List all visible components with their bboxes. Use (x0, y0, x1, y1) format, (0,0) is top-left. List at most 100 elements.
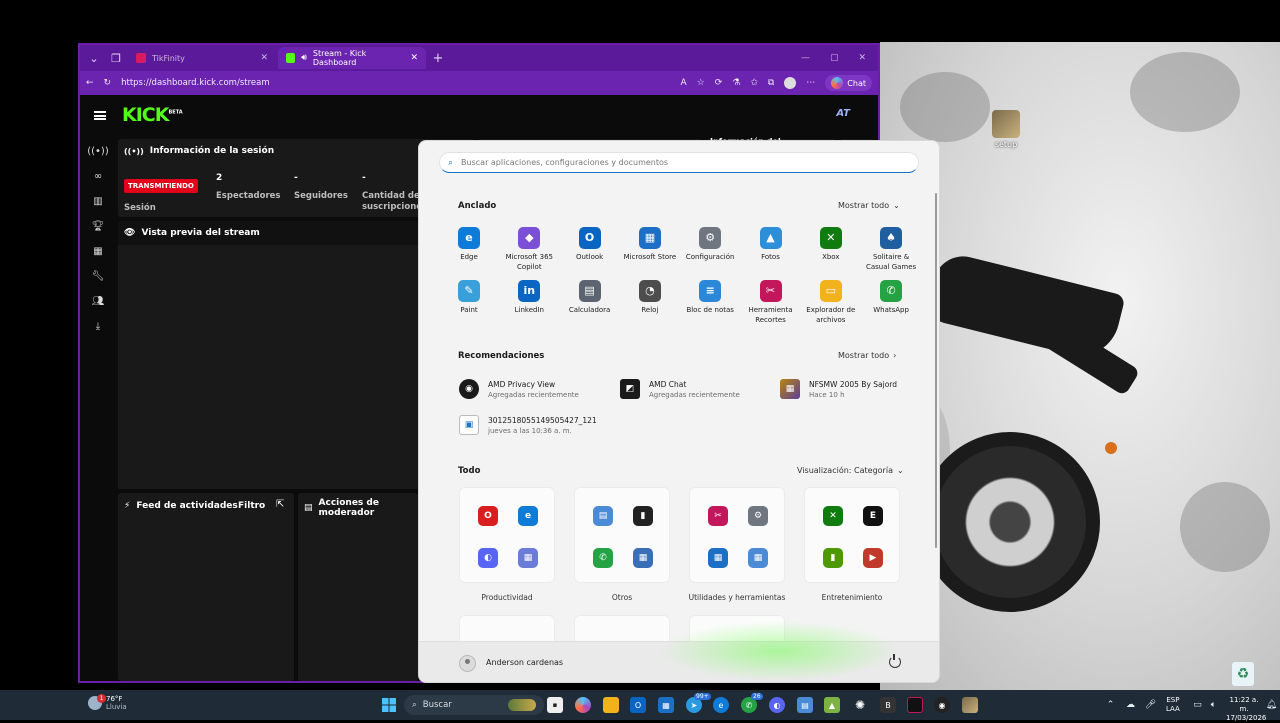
pinned-app[interactable]: ◆ Microsoft 365 Copilot (499, 227, 559, 272)
download-icon[interactable]: ⤓ (80, 314, 116, 339)
link-icon[interactable]: ∞ (80, 164, 116, 189)
profile-avatar[interactable] (784, 77, 797, 89)
pinned-show-all-button[interactable]: Mostrar todo ⌄ (838, 201, 900, 210)
category-app-icon[interactable]: ▦ (748, 548, 768, 568)
new-tab-button[interactable]: + (428, 48, 448, 68)
menu-icon[interactable] (94, 110, 106, 120)
start-search-input[interactable]: ⌕ Buscar aplicaciones, configuraciones y… (439, 152, 919, 173)
category-folder[interactable]: ✂ ⚙ ▦ ▦ (689, 487, 785, 583)
category-app-icon[interactable]: ▦ (708, 548, 728, 568)
app-icon[interactable]: ▲ (824, 697, 840, 713)
sync-icon[interactable]: ⟳ (715, 78, 723, 88)
recommendation-item[interactable]: ▦ NFSMW 2005 By Sajord Hace 10 h (780, 379, 897, 399)
outlook-icon[interactable]: O (630, 697, 646, 713)
tab-kick-dashboard[interactable]: 🔊︎ Stream - Kick Dashboard ✕ (278, 47, 426, 69)
workspaces-icon[interactable]: ❐ (106, 48, 126, 68)
wrench-icon[interactable]: 🔧︎ (80, 264, 116, 289)
category-app-icon[interactable]: ✕ (823, 506, 843, 526)
stream-preview-area[interactable] (118, 245, 418, 489)
kick-logo[interactable]: KICKBETA (122, 104, 183, 126)
category-app-icon[interactable]: ✆ (593, 548, 613, 568)
category-app-icon[interactable]: E (863, 506, 883, 526)
pinned-app[interactable]: ▭ Explorador de archivos (801, 280, 861, 325)
volume-icon[interactable]: 🔈︎ (1208, 699, 1219, 710)
chatgpt-icon[interactable]: ✺ (852, 697, 868, 713)
pinned-app[interactable]: ✆ WhatsApp (861, 280, 921, 316)
view-mode-button[interactable]: Visualización: Categoría ⌄ (797, 466, 904, 475)
user-name[interactable]: Anderson cardenas (486, 658, 563, 667)
category-app-icon[interactable]: ▦ (633, 548, 653, 568)
pinned-app[interactable]: ≡ Bloc de notas (680, 280, 740, 316)
mic-icon[interactable]: 🎤︎ (1145, 699, 1156, 710)
category-app-icon[interactable]: ▮ (633, 506, 653, 526)
category-folder[interactable]: Oe ◐ ▦ (459, 487, 555, 583)
pinned-app[interactable]: ✂ Herramienta Recortes (741, 280, 801, 325)
cloud-icon[interactable]: ☁ (1125, 699, 1136, 710)
taskbar-search[interactable]: ⌕ Buscar (404, 695, 544, 715)
windows-start-icon[interactable] (381, 697, 397, 713)
app-icon[interactable]: ◉ (934, 697, 950, 713)
back-icon[interactable]: ← (86, 78, 94, 88)
refresh-icon[interactable]: ↻ (104, 78, 112, 88)
pinned-app[interactable]: O Outlook (560, 227, 620, 263)
category-app-icon[interactable]: O (478, 506, 498, 526)
favorite-star-icon[interactable]: ☆ (697, 78, 705, 88)
recommendation-item[interactable]: ◩ AMD Chat Agregadas recientemente (620, 379, 740, 399)
broadcast-icon[interactable]: ((•)) (80, 139, 116, 164)
favorites-icon[interactable]: ✩ (750, 78, 758, 88)
filter-button[interactable]: Filtro (238, 501, 265, 511)
users-icon[interactable]: 👥︎ (80, 289, 116, 314)
language-indicator[interactable]: ESP LAA (1166, 696, 1180, 714)
discord-icon[interactable]: ◐ (769, 697, 785, 713)
category-app-icon[interactable]: ▮ (823, 548, 843, 568)
pinned-app[interactable]: ▤ Calculadora (560, 280, 620, 316)
category-folder[interactable]: ✕ E ▮ ▶ (804, 487, 900, 583)
copilot-icon[interactable] (575, 697, 591, 713)
more-icon[interactable]: ⋯ (806, 78, 815, 88)
recommendations-show-all-button[interactable]: Mostrar todo › (838, 351, 896, 360)
extensions-icon[interactable]: ⚗ (732, 78, 740, 88)
setup-icon[interactable] (962, 697, 978, 713)
copilot-chat-button[interactable]: Chat (825, 75, 872, 91)
user-avatar[interactable]: AT (836, 108, 850, 119)
category-app-icon[interactable]: ⚙ (748, 506, 768, 526)
edge-icon[interactable]: e (713, 697, 729, 713)
close-tab-icon[interactable]: ✕ (410, 53, 418, 63)
read-aloud-icon[interactable]: A (680, 78, 686, 88)
collections-icon[interactable]: ⧉ (768, 78, 774, 88)
maximize-icon[interactable]: ▢ (830, 53, 839, 63)
app-icon[interactable] (907, 697, 923, 713)
speaker-icon[interactable]: 🔊︎ (301, 53, 307, 63)
app-icon[interactable]: ▤ (797, 697, 813, 713)
recommendation-item[interactable]: ▣ 3012518055149505427_121 jueves a las 10… (459, 415, 597, 435)
category-app-icon[interactable]: e (518, 506, 538, 526)
recycle-bin-icon[interactable]: ♻ (1232, 662, 1254, 686)
popout-icon[interactable]: ⇱ (276, 499, 284, 510)
tab-tikfinity[interactable]: TikFinity ✕ (128, 47, 276, 69)
notification-icon[interactable]: 🔔︎ (1266, 699, 1277, 710)
start-scrollbar[interactable] (935, 193, 937, 548)
file-explorer-icon[interactable] (603, 697, 619, 713)
pinned-app[interactable]: ✕ Xbox (801, 227, 861, 263)
recommendation-item[interactable]: ◉ AMD Privacy View Agregadas recientement… (459, 379, 579, 399)
pinned-app[interactable]: e Edge (439, 227, 499, 263)
trophy-icon[interactable]: 🏆︎ (80, 214, 116, 239)
display-icon[interactable]: ▭ (1192, 699, 1203, 710)
close-window-icon[interactable]: ✕ (858, 53, 866, 63)
category-app-icon[interactable]: ◐ (478, 548, 498, 568)
store-icon[interactable]: ▦ (658, 697, 674, 713)
category-folder[interactable]: ▤ ▮ ✆ ▦ (574, 487, 670, 583)
close-tab-icon[interactable]: ✕ (260, 53, 268, 63)
user-avatar-icon[interactable] (459, 655, 476, 672)
url-field[interactable]: https://dashboard.kick.com/stream (121, 78, 670, 88)
category-app-icon[interactable]: ✂ (708, 506, 728, 526)
pinned-app[interactable]: ◔ Reloj (620, 280, 680, 316)
pinned-app[interactable]: ▦ Microsoft Store (620, 227, 680, 263)
clock[interactable]: 11:22 a. m. 17/03/2026 (1226, 696, 1266, 723)
tray-chevron-icon[interactable]: ⌃ (1105, 699, 1116, 710)
minimize-icon[interactable]: — (801, 53, 810, 63)
weather-widget[interactable]: 76°F Lluvia (88, 695, 127, 711)
app-icon[interactable]: B (880, 697, 896, 713)
desktop-icon-setup[interactable]: setup (988, 110, 1024, 149)
pinned-app[interactable]: ⚙ Configuración (680, 227, 740, 263)
